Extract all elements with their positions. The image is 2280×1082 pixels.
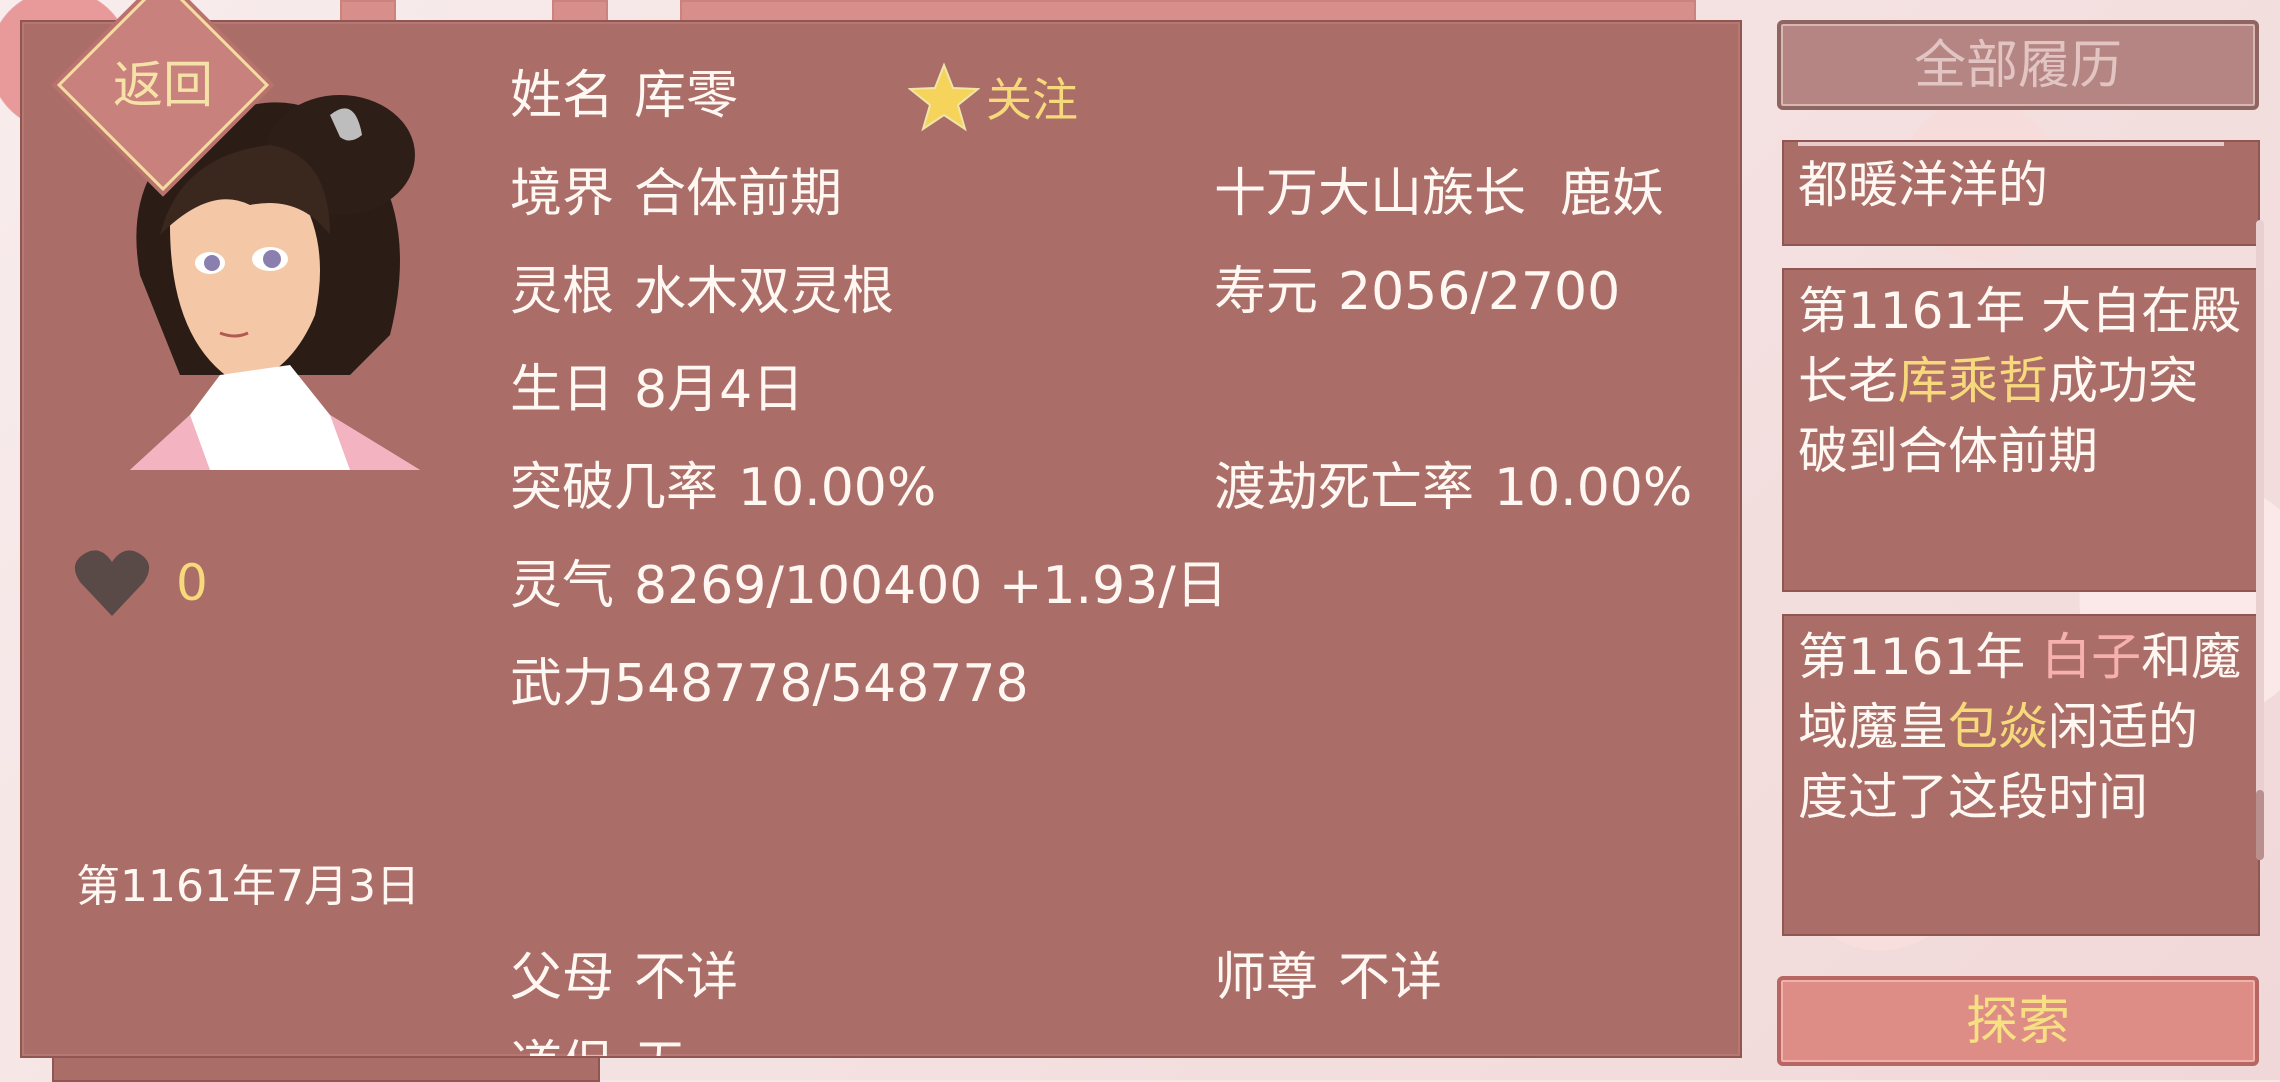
master-row: 师尊 不详 [1214,948,1442,1008]
back-button-label[interactable]: 返回 [88,50,238,120]
log-entry-3-name-b: 包焱 [1948,698,2048,756]
root-value: 水木双灵根 [634,262,895,322]
lifespan-label: 寿元 [1214,262,1319,322]
race-value: 鹿妖 [1560,164,1665,224]
birthday-label: 生日 [510,360,615,420]
follow-label: 关注 [986,73,1078,127]
log-entry-3-text-a: 第1161年 [1798,628,2042,686]
realm-value: 合体前期 [634,164,843,224]
parents-value: 不详 [634,948,739,1008]
partner-value: 无 [634,1036,686,1056]
all-history-button[interactable]: 全部履历 [1777,20,2259,110]
name-row: 姓名 库零 [510,66,738,126]
bottom-tab [52,1058,600,1082]
parents-row: 父母 不详 [510,948,738,1008]
log-entry-1-text: 都暖洋洋的 [1798,156,2048,214]
tribulation-row: 渡劫死亡率 10.00% [1214,458,1692,518]
title-row: 十万大山族长 鹿妖 [1214,164,1664,224]
root-label: 灵根 [510,262,615,322]
partner-row-clipped: 道侣无 [510,1036,810,1056]
favor-row: 0 [74,548,208,618]
favor-count: 0 [176,554,208,612]
tribulation-value: 10.00% [1494,458,1693,518]
breakthrough-value: 10.00% [738,458,937,518]
follow-button[interactable]: 关注 [908,62,1078,132]
history-scrollbar[interactable] [2256,220,2264,860]
log-entry-1: 都暖洋洋的 [1782,140,2260,246]
explore-button[interactable]: 探索 [1777,976,2259,1066]
master-value: 不详 [1338,948,1443,1008]
qi-label: 灵气 [510,556,615,616]
history-scroll-thumb[interactable] [2256,790,2264,860]
name-value: 库零 [634,66,739,126]
breakthrough-row: 突破几率 10.00% [510,458,936,518]
birthday-row: 生日 8月4日 [510,360,804,420]
qi-row: 灵气 8269/100400 +1.93/日 [510,556,1228,616]
qi-value: 8269/100400 +1.93/日 [634,556,1228,616]
heart-icon [74,550,150,616]
root-row: 灵根 水木双灵根 [510,262,894,322]
master-label: 师尊 [1214,948,1319,1008]
current-date: 第1161年7月3日 [76,861,420,912]
title-value: 十万大山族长 [1214,164,1527,224]
partner-label: 道侣 [510,1036,614,1056]
log-separator [1798,142,2224,146]
tribulation-label: 渡劫死亡率 [1214,458,1475,518]
log-entry-3: 第1161年 白子和魔域魔皇包焱闲适的度过了这段时间 [1782,614,2260,936]
realm-label: 境界 [510,164,615,224]
lifespan-value: 2056/2700 [1338,262,1621,322]
breakthrough-label: 突破几率 [510,458,719,518]
realm-row: 境界 合体前期 [510,164,842,224]
birthday-value: 8月4日 [634,360,805,420]
log-entry-3-name-a: 白子 [2041,628,2142,686]
lifespan-row: 寿元 2056/2700 [1214,262,1620,322]
log-entry-2: 第1161年 大自在殿长老库乘哲成功突破到合体前期 [1782,268,2260,592]
star-icon [908,62,980,132]
parents-label: 父母 [510,948,615,1008]
name-label: 姓名 [510,66,615,126]
power-row: 武力548778/548778 [510,654,1029,714]
log-entry-2-name: 库乘哲 [1898,352,2048,410]
